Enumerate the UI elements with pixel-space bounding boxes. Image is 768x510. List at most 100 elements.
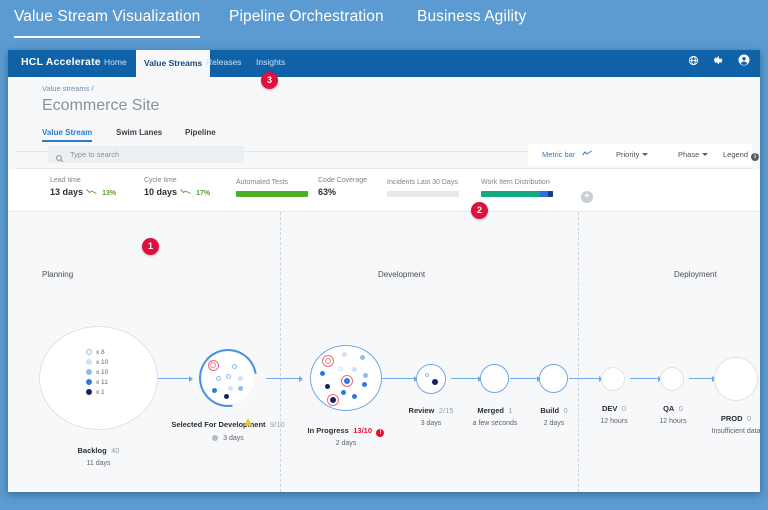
edge-connector: [266, 378, 300, 380]
work-item-dot: [432, 379, 438, 385]
stage-count: 9/10: [270, 420, 285, 429]
stage-duration: 2 days: [543, 420, 565, 427]
work-item-dot: [362, 382, 367, 387]
tab-pipeline[interactable]: Pipeline: [185, 128, 216, 137]
chevron-down-icon: [642, 153, 649, 156]
search-input[interactable]: Type to search: [48, 146, 244, 163]
stage-node-merged[interactable]: [480, 364, 509, 393]
page-title: Ecommerce Site: [42, 97, 160, 114]
alert-ring-icon: [327, 394, 339, 406]
metric-code-coverage[interactable]: Code Coverage 63%: [318, 177, 367, 197]
edge-connector: [451, 378, 479, 380]
stage-duration: 3 days: [420, 420, 442, 427]
stage-count: 0: [678, 404, 683, 413]
work-item-dot: [238, 376, 243, 381]
stream-track: x 8 x 10 x 10 x 11 x 1 Backlog 40 11 day…: [8, 212, 760, 492]
stage-duration: 12 hours: [659, 418, 687, 425]
work-item-dot: [360, 355, 365, 360]
product-tab-business-agility[interactable]: Business Agility: [417, 8, 526, 36]
stage-caption-dev: DEV 0 12 hours: [586, 398, 642, 425]
work-item-dot: [338, 366, 343, 371]
priority-dropdown[interactable]: Priority: [616, 150, 649, 159]
product-tab-value-stream-visualization[interactable]: Value Stream Visualization: [14, 8, 201, 38]
metric-lead-time[interactable]: Lead time 13 days 13%: [50, 177, 116, 197]
gear-icon[interactable]: [713, 55, 724, 66]
alert-ring-icon: [341, 375, 353, 387]
stage-count: 0: [563, 406, 568, 415]
add-metric-button[interactable]: +: [581, 191, 593, 203]
legend-count: x 10: [96, 368, 109, 376]
stage-name: Merged: [477, 406, 505, 415]
metric-work-item-distribution[interactable]: Work Item Distribution: [481, 179, 553, 197]
chevron-down-icon: [702, 153, 709, 156]
line-chart-icon: [582, 150, 593, 159]
nav-item-home[interactable]: Home: [104, 57, 127, 67]
legend-swatch-icon: [86, 389, 92, 395]
legend-count: x 11: [96, 378, 108, 386]
legend-swatch-icon: [86, 369, 92, 375]
product-tab-pipeline-orchestration[interactable]: Pipeline Orchestration: [229, 8, 384, 36]
work-item-dot: [320, 371, 325, 376]
metric-progress-bar: [236, 191, 308, 197]
legend-toggle[interactable]: Legend i: [723, 150, 760, 161]
phase-dropdown[interactable]: Phase: [678, 150, 709, 159]
stage-caption-build: Build 0 2 days: [519, 400, 589, 427]
metric-label: Cycle time: [144, 177, 177, 184]
nav-item-value-streams[interactable]: Value Streams: [136, 50, 211, 77]
tab-swim-lanes[interactable]: Swim Lanes: [116, 128, 162, 137]
work-item-dot: [216, 376, 221, 381]
work-item-dot: [342, 352, 347, 357]
work-item-dot: [341, 390, 346, 395]
phase-label: Phase: [678, 150, 700, 159]
legend-count: x 8: [96, 348, 105, 356]
nav-item-releases[interactable]: Releases: [206, 57, 241, 67]
stage-caption-in-progress: In Progress 13/10 ! 2 days: [296, 420, 396, 447]
work-item-dot: [325, 384, 330, 389]
metric-bar-label: Metric bar: [542, 150, 576, 159]
stage-count: 2/15: [438, 406, 454, 415]
edge-connector: [158, 378, 190, 380]
work-item-dot: [238, 386, 243, 391]
metric-value: 13 days: [50, 187, 84, 197]
stage-node-build[interactable]: [539, 364, 568, 393]
metric-cycle-time[interactable]: Cycle time 10 days 17%: [144, 177, 210, 197]
metric-incidents-last-30-days[interactable]: Incidents Last 30 Days: [387, 179, 459, 197]
stage-caption-backlog: Backlog 40 11 days: [39, 440, 158, 467]
stage-duration: 3 days: [223, 435, 244, 442]
stage-node-prod[interactable]: [714, 357, 758, 401]
stage-duration: 2 days: [335, 440, 357, 447]
work-item-dot: [228, 386, 233, 391]
stage-duration: 12 hours: [600, 418, 628, 425]
tab-value-stream[interactable]: Value Stream: [42, 128, 93, 142]
stage-name: Build: [540, 406, 560, 415]
warning-triangle-icon[interactable]: [244, 418, 252, 426]
stage-count: 0: [621, 404, 627, 413]
stage-node-in-progress[interactable]: [310, 345, 382, 411]
user-avatar-icon[interactable]: [738, 54, 750, 66]
brand-logo-text[interactable]: HCL Accelerate: [21, 56, 101, 68]
edge-arrow-icon: [189, 375, 193, 382]
product-tab-label: Business Agility: [417, 8, 527, 25]
legend-count: x 10: [96, 358, 109, 366]
breadcrumb[interactable]: Value streams /: [42, 84, 94, 93]
stage-node-qa[interactable]: [660, 367, 684, 391]
stage-caption-selected-for-development: Selected For Development 9/10 3 days: [168, 414, 288, 442]
work-item-dot: [224, 394, 229, 399]
nav-item-insights[interactable]: Insights: [256, 57, 285, 67]
edge-connector: [689, 378, 713, 380]
search-placeholder: Type to search: [70, 150, 120, 159]
legend-swatch-icon: [86, 359, 92, 365]
stage-node-selected-for-development[interactable]: [187, 337, 269, 419]
globe-icon[interactable]: [688, 55, 699, 66]
stage-caption-qa: QA 0 12 hours: [645, 398, 701, 425]
alert-ring-icon: [207, 359, 219, 371]
edge-connector: [569, 378, 600, 380]
stage-node-dev[interactable]: [601, 367, 625, 391]
legend-swatch-icon: [86, 379, 92, 385]
legend-label: Legend: [723, 150, 749, 159]
stage-node-review[interactable]: [416, 364, 446, 394]
metric-automated-tests[interactable]: Automated Tests: [236, 179, 308, 197]
alert-badge-icon[interactable]: !: [376, 429, 385, 437]
metric-bar-toggle[interactable]: Metric bar: [542, 150, 593, 159]
metric-value: 63%: [318, 187, 337, 197]
